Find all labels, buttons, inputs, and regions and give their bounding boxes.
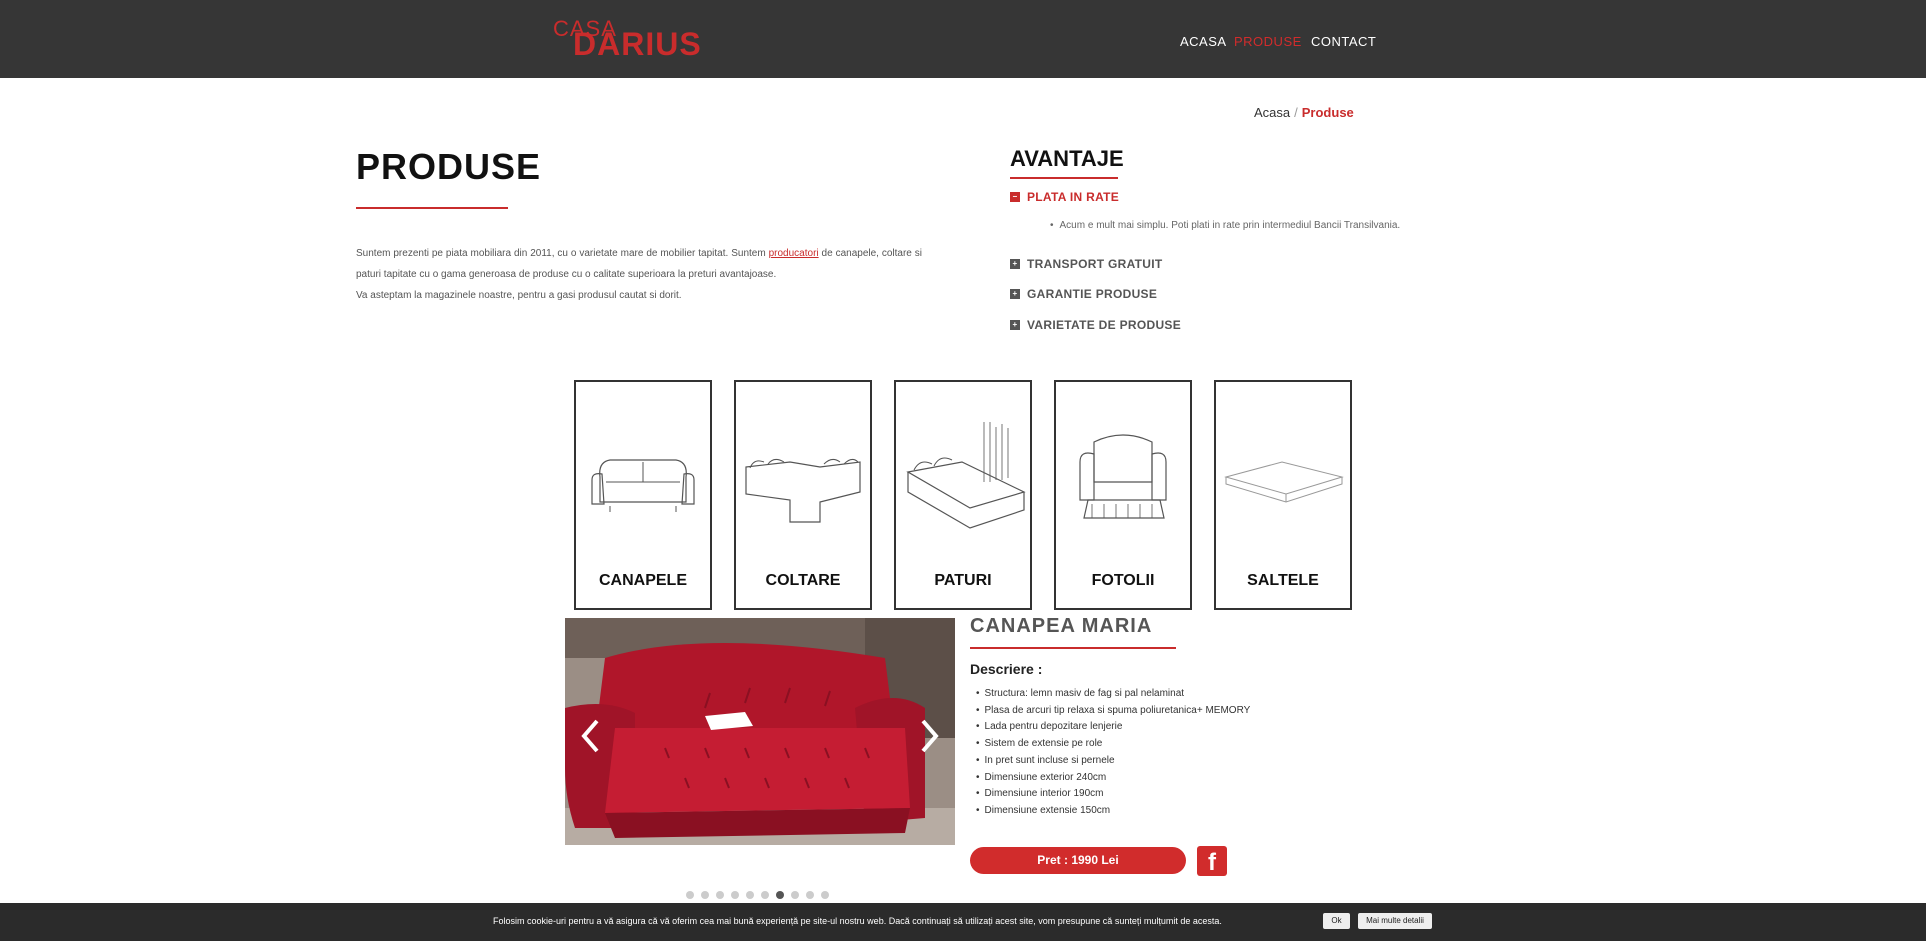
product-title: CANAPEA MARIA	[970, 615, 1153, 637]
category-label: SALTELE	[1247, 572, 1319, 589]
nav-produse[interactable]: PRODUSE	[1234, 34, 1302, 49]
chevron-right-icon[interactable]	[919, 718, 941, 760]
slide-dot[interactable]	[746, 891, 754, 899]
accordion-content-plata: Acum e mult mai simplu. Poti plati in ra…	[1050, 220, 1401, 231]
slide-dot[interactable]	[761, 891, 769, 899]
feature-item: Dimensiune interior 190cm	[976, 786, 1250, 803]
feature-item: Dimensiune extensie 150cm	[976, 803, 1250, 820]
nav-contact[interactable]: CONTACT	[1311, 34, 1376, 49]
breadcrumb-home[interactable]: Acasa	[1254, 105, 1290, 120]
slide-dot[interactable]	[686, 891, 694, 899]
accordion-transport-gratuit[interactable]: + TRANSPORT GRATUIT	[1010, 257, 1163, 271]
price-value: 1990 Lei	[1071, 853, 1119, 867]
product-title-underline	[970, 647, 1176, 649]
nav-produse-link[interactable]: PRODUSE	[1234, 34, 1302, 49]
category-canapele[interactable]: CANAPELE	[574, 380, 712, 610]
price-button[interactable]: Pret : 1990 Lei	[970, 847, 1186, 874]
cookie-bar: Folosim cookie-uri pentru a vă asigura c…	[0, 903, 1926, 941]
breadcrumb-current: Produse	[1301, 105, 1354, 120]
product-image-slider[interactable]	[565, 618, 955, 845]
category-saltele[interactable]: SALTELE	[1214, 380, 1352, 610]
producatori-link[interactable]: producatori	[769, 248, 819, 259]
cookie-more-details-button[interactable]: Mai multe detalii	[1358, 913, 1432, 929]
red-sofa-photo	[565, 618, 955, 845]
category-label: FOTOLII	[1091, 572, 1155, 589]
accordion-label: PLATA IN RATE	[1027, 190, 1120, 204]
product-features-list: Structura: lemn masiv de fag si pal nela…	[976, 686, 1251, 820]
chevron-left-icon[interactable]	[579, 718, 601, 760]
breadcrumb: Acasa / Produse	[1254, 105, 1354, 120]
plus-square-icon: +	[1010, 320, 1020, 330]
feature-item: Lada pentru depozitare lenjerie	[976, 719, 1250, 736]
category-label: CANAPELE	[598, 572, 687, 589]
page-title: PRODUSE	[356, 146, 542, 187]
corner-sofa-sketch-icon	[745, 458, 861, 523]
top-header: CASA DARIUS ACASA PRODUSE CONTACT	[0, 0, 1926, 78]
plus-square-icon: +	[1010, 259, 1020, 269]
advantages-title: AVANTAJE	[1010, 146, 1124, 171]
intro-text-part1: Suntem prezenti pe piata mobiliara din 2…	[356, 248, 769, 259]
slide-dot[interactable]	[806, 891, 814, 899]
feature-item: In pret sunt incluse si pernele	[976, 753, 1250, 770]
title-underline	[356, 207, 508, 209]
feature-item: Sistem de extensie pe role	[976, 736, 1250, 753]
accordion-garantie-produse[interactable]: + GARANTIE PRODUSE	[1010, 287, 1157, 301]
breadcrumb-separator: /	[1294, 105, 1298, 120]
nav-acasa-link[interactable]: ACASA	[1180, 34, 1227, 49]
armchair-sketch-icon	[1079, 434, 1167, 519]
intro-text: Suntem prezenti pe piata mobiliara din 2…	[356, 243, 922, 306]
category-label: PATURI	[934, 572, 992, 589]
slider-dots	[686, 891, 829, 899]
slide-dot-active[interactable]	[776, 891, 784, 899]
slide-dot[interactable]	[791, 891, 799, 899]
advantages-underline	[1010, 177, 1118, 179]
cookie-ok-button[interactable]: Ok	[1323, 913, 1350, 929]
slide-dot[interactable]	[716, 891, 724, 899]
slide-dot[interactable]	[821, 891, 829, 899]
accordion-label: TRANSPORT GRATUIT	[1027, 257, 1163, 271]
feature-item: Structura: lemn masiv de fag si pal nela…	[976, 686, 1250, 703]
accordion-label: GARANTIE PRODUSE	[1027, 287, 1158, 301]
plus-square-icon: +	[1010, 289, 1020, 299]
description-label: Descriere :	[970, 661, 1043, 677]
bed-sketch-icon	[906, 422, 1026, 529]
feature-item: Plasa de arcuri tip relaxa si spuma poli…	[976, 703, 1251, 720]
feature-item: Dimensiune exterior 240cm	[976, 770, 1250, 787]
facebook-icon[interactable]: f	[1197, 846, 1227, 876]
mattress-sketch-icon	[1224, 461, 1344, 503]
accordion-label: VARIETATE DE PRODUSE	[1027, 318, 1182, 332]
intro-text-line2: Va asteptam la magazinele noastre, pentr…	[356, 290, 682, 301]
logo-darius: DARIUS	[573, 26, 702, 62]
sofa-sketch-icon	[591, 459, 695, 512]
category-label: COLTARE	[765, 572, 841, 589]
slide-dot[interactable]	[701, 891, 709, 899]
price-label: Pret :	[1037, 853, 1072, 867]
cookie-text: Folosim cookie-uri pentru a vă asigura c…	[493, 916, 1222, 926]
accordion-plata-in-rate[interactable]: − PLATA IN RATE	[1010, 190, 1119, 204]
category-paturi[interactable]: PATURI	[894, 380, 1032, 610]
minus-square-icon: −	[1010, 192, 1020, 202]
category-fotolii[interactable]: FOTOLII	[1054, 380, 1192, 610]
accordion-varietate-produse[interactable]: + VARIETATE DE PRODUSE	[1010, 318, 1181, 332]
category-coltare[interactable]: COLTARE	[734, 380, 872, 610]
nav-acasa[interactable]: ACASA	[1180, 34, 1227, 49]
slide-dot[interactable]	[731, 891, 739, 899]
casa-darius-logo[interactable]: CASA DARIUS	[553, 16, 713, 62]
nav-contact-link[interactable]: CONTACT	[1311, 34, 1376, 49]
